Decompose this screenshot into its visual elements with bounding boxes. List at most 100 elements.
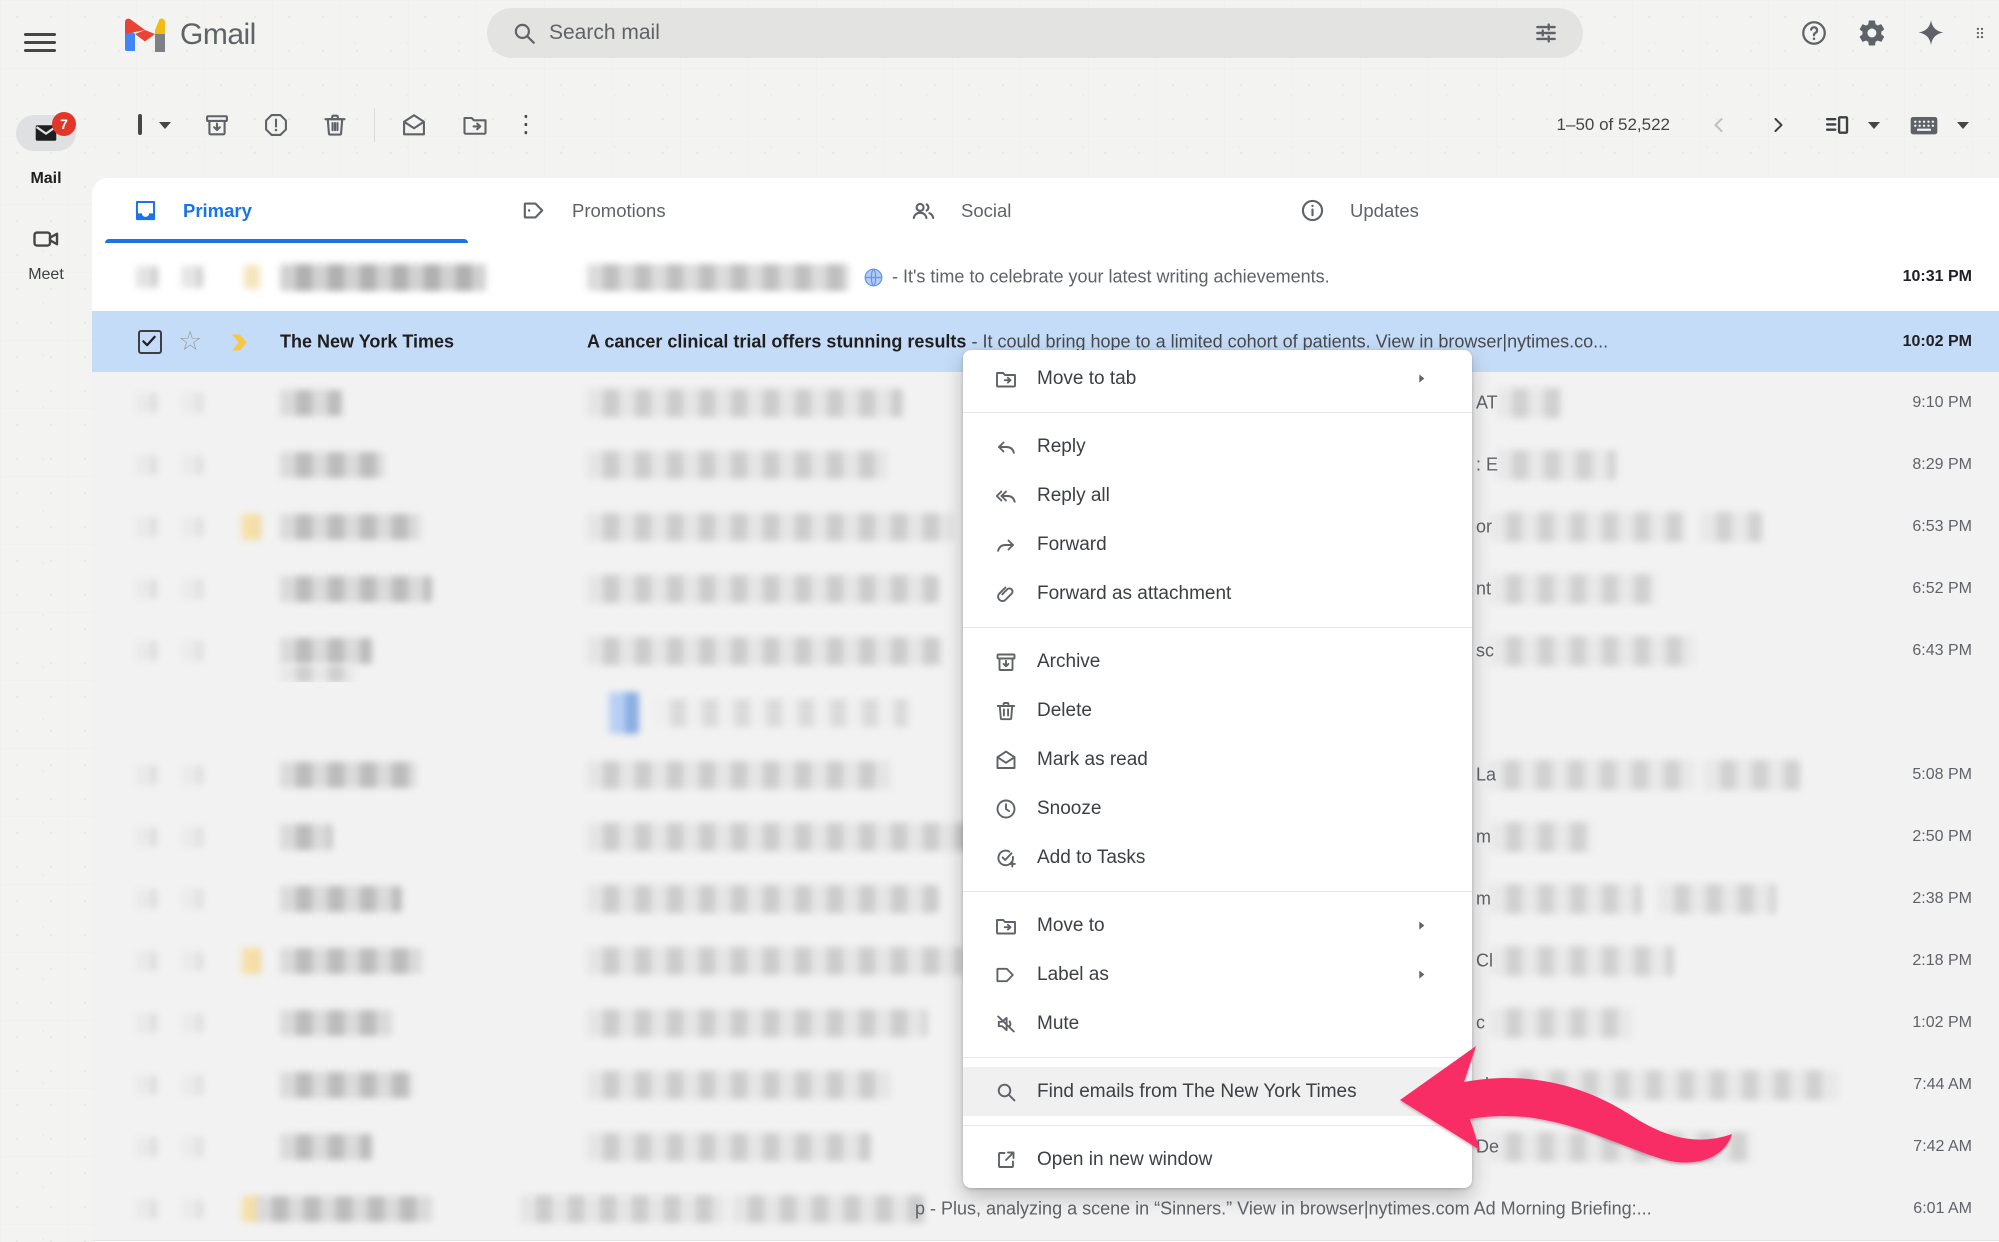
redacted-block	[136, 1199, 156, 1219]
sidebar-label-mail[interactable]: Mail	[0, 170, 92, 188]
menu-item-move-to-tab[interactable]: Move to tab	[963, 354, 1472, 403]
menu-item-open-in-new-window[interactable]: Open in new window	[963, 1135, 1472, 1184]
menu-item-find-emails-from-the-new-york-times[interactable]: Find emails from The New York Times	[963, 1067, 1472, 1116]
redacted-block	[280, 514, 420, 540]
redacted-block	[1658, 884, 1776, 914]
redacted-block	[1704, 760, 1800, 790]
tab-primary[interactable]: Primary	[92, 178, 481, 243]
menu-item-forward[interactable]: Forward	[963, 520, 1472, 569]
menu-item-mute[interactable]: Mute	[963, 999, 1472, 1048]
split-pane-caret-icon[interactable]	[1868, 122, 1880, 129]
select-caret-icon[interactable]	[159, 122, 171, 129]
move-to-icon[interactable]	[461, 111, 489, 139]
menu-item-archive[interactable]: Archive	[963, 637, 1472, 686]
redacted-block	[587, 823, 971, 851]
redacted-block	[587, 389, 903, 417]
redacted-block	[182, 1199, 202, 1219]
gmail-wordmark: Gmail	[180, 18, 256, 52]
redacted-block	[136, 455, 156, 475]
help-icon[interactable]	[1799, 18, 1829, 48]
menu-item-label: Forward	[1037, 534, 1452, 556]
gmail-app: Gmail Search mail 7 Mail Meet	[0, 0, 1999, 1242]
redacted-block	[182, 579, 202, 599]
email-time: 2:38 PM	[1912, 890, 1972, 908]
gemini-sparkle-icon[interactable]	[1915, 17, 1947, 49]
redacted-block	[520, 1195, 724, 1223]
menu-item-label-as[interactable]: Label as	[963, 950, 1472, 999]
star-icon[interactable]: ☆	[178, 327, 202, 354]
search-bar[interactable]: Search mail	[487, 8, 1583, 58]
redacted-block	[587, 451, 887, 479]
menu-item-add-to-tasks[interactable]: Add to Tasks	[963, 833, 1472, 882]
menu-item-label: Forward as attachment	[1037, 583, 1452, 605]
archive-icon[interactable]	[203, 111, 231, 139]
menu-item-delete[interactable]: Delete	[963, 686, 1472, 735]
redacted-block	[136, 579, 156, 599]
meet-camera-icon[interactable]	[31, 224, 61, 254]
email-time: 6:43 PM	[1912, 642, 1972, 660]
redacted-block	[654, 699, 908, 727]
redacted-block	[732, 1195, 924, 1223]
split-pane-icon[interactable]	[1823, 111, 1851, 139]
redacted-block	[587, 1009, 927, 1037]
select-all-checkbox[interactable]	[138, 116, 142, 134]
redacted-block	[280, 948, 422, 974]
redacted-block	[182, 455, 202, 475]
clipped-subject-fragment: De	[1476, 1137, 1499, 1158]
menu-item-reply-all[interactable]: Reply all	[963, 471, 1472, 520]
email-time: 10:02 PM	[1903, 333, 1972, 351]
settings-gear-icon[interactable]	[1857, 18, 1887, 48]
redacted-block	[587, 575, 939, 603]
search-options-icon[interactable]	[1533, 20, 1559, 46]
menu-item-forward-as-attachment[interactable]: Forward as attachment	[963, 569, 1472, 618]
list-toolbar: ⋮ 1–50 of 52,522	[92, 96, 1999, 154]
header-actions	[1799, 0, 1989, 66]
redacted-block	[587, 513, 955, 541]
input-tools-keyboard-icon[interactable]	[1908, 109, 1940, 141]
email-time: 6:01 AM	[1913, 1200, 1972, 1218]
menu-item-snooze[interactable]: Snooze	[963, 784, 1472, 833]
delete-icon[interactable]	[321, 111, 349, 139]
redacted-block	[136, 393, 156, 413]
clipped-subject-fragment: La	[1476, 765, 1496, 786]
email-time: 7:42 AM	[1913, 1138, 1972, 1156]
search-input[interactable]: Search mail	[549, 21, 1533, 45]
menu-item-reply[interactable]: Reply	[963, 422, 1472, 471]
more-options-icon[interactable]: ⋮	[514, 115, 538, 135]
redacted-block	[136, 827, 156, 847]
redacted-block	[587, 637, 943, 665]
redacted-block	[182, 641, 202, 661]
redacted-block	[182, 1013, 202, 1033]
tab-updates[interactable]: Updates	[1259, 178, 1648, 243]
mark-as-read-icon[interactable]	[400, 111, 428, 139]
redacted-block	[1488, 760, 1694, 790]
email-snippet: p - Plus, analyzing a scene in “Sinners.…	[915, 1199, 1860, 1220]
mute-icon	[994, 1012, 1018, 1036]
apps-grid-icon[interactable]	[1975, 13, 1989, 53]
row-checkbox-checked[interactable]	[138, 330, 162, 354]
submenu-arrow-icon	[1409, 371, 1433, 386]
newer-page-icon[interactable]	[1707, 113, 1731, 137]
label-icon	[994, 963, 1018, 987]
clipped-subject-fragment: ch	[1476, 1075, 1495, 1096]
older-page-icon[interactable]	[1766, 113, 1790, 137]
sidebar-label-meet[interactable]: Meet	[0, 266, 92, 284]
menu-divider	[963, 891, 1472, 892]
report-spam-icon[interactable]	[262, 111, 290, 139]
menu-item-label: Move to	[1037, 915, 1409, 937]
menu-item-mark-as-read[interactable]: Mark as read	[963, 735, 1472, 784]
tab-promotions[interactable]: Promotions	[481, 178, 870, 243]
menu-item-move-to[interactable]: Move to	[963, 901, 1472, 950]
tab-social[interactable]: Social	[870, 178, 1259, 243]
redacted-block	[587, 761, 891, 789]
main-menu-icon[interactable]	[24, 28, 56, 54]
email-row[interactable]: - It's time to celebrate your latest wri…	[92, 243, 1999, 312]
redacted-block	[587, 1071, 891, 1099]
search-icon[interactable]	[511, 20, 537, 46]
email-time: 8:29 PM	[1912, 456, 1972, 474]
redacted-block	[280, 638, 372, 664]
redacted-block	[280, 390, 342, 416]
importance-marker-icon[interactable]	[231, 333, 252, 352]
menu-item-label: Label as	[1037, 964, 1409, 986]
input-tools-caret-icon[interactable]	[1957, 122, 1969, 129]
